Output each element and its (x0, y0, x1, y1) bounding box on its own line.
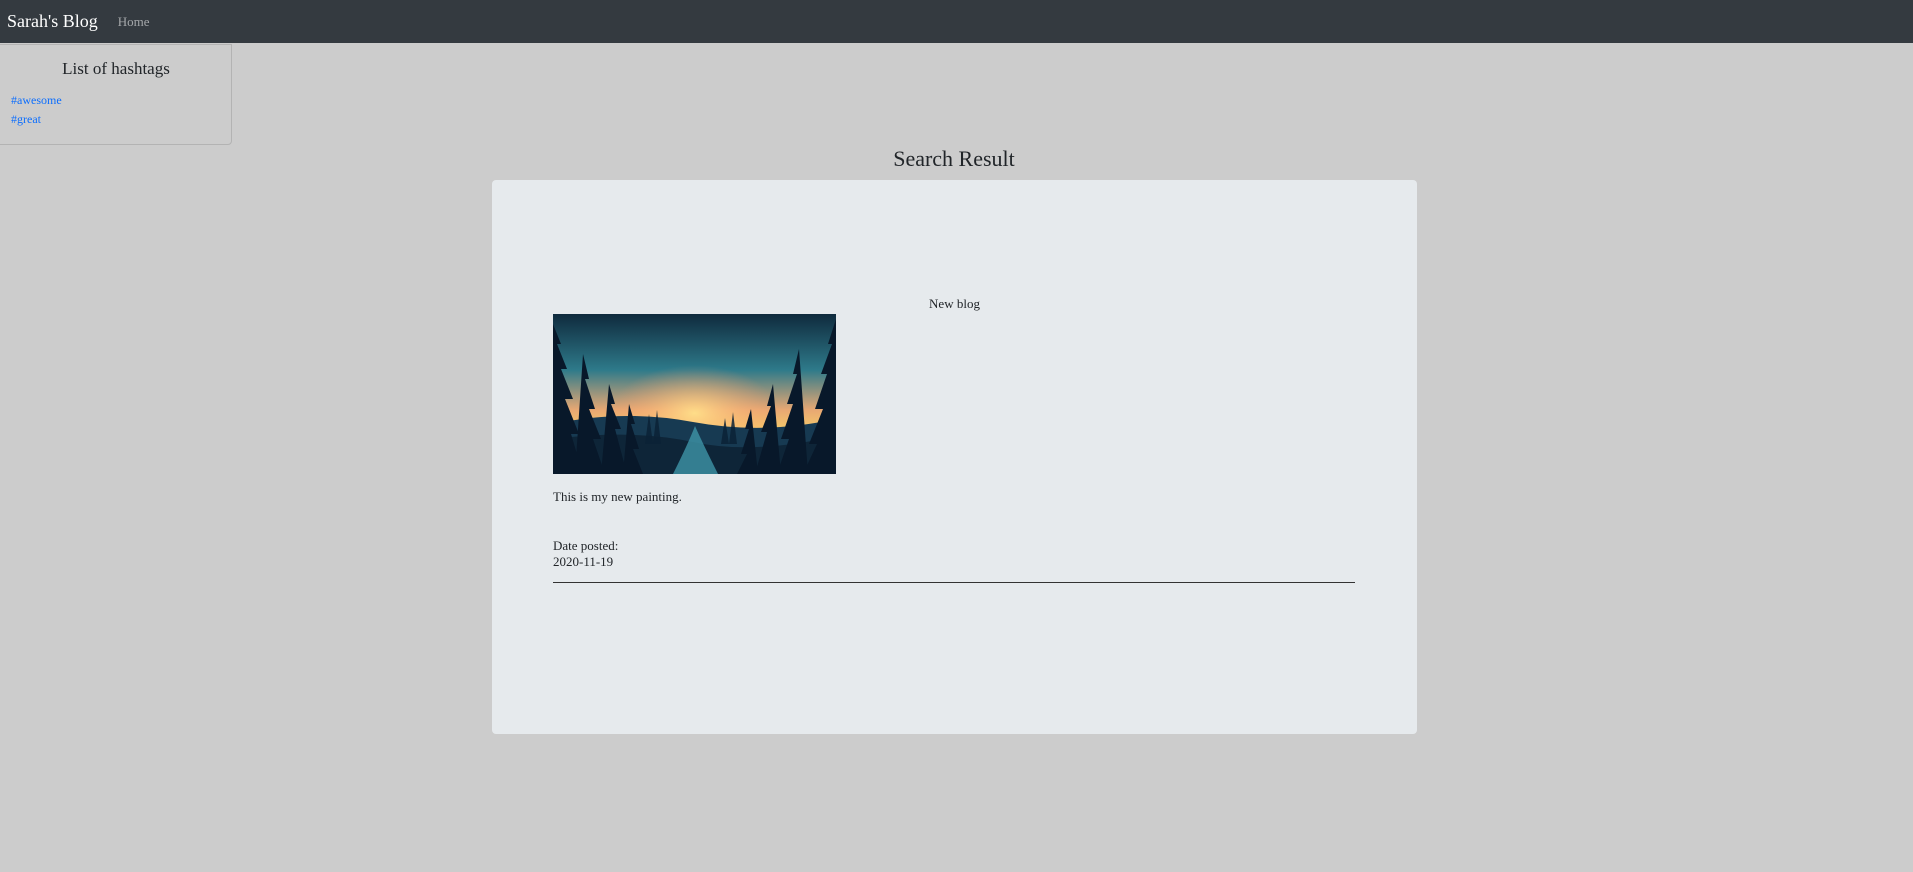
hashtag-panel-title: List of hashtags (62, 59, 170, 78)
hashtag-link-awesome[interactable]: #awesome (11, 91, 221, 110)
nav-link-home[interactable]: Home (118, 14, 150, 30)
search-result-card: New blog This is my new painting. Date p… (492, 180, 1417, 734)
post-body: This is my new painting. (553, 489, 682, 504)
post-image (553, 314, 836, 474)
hashtag-panel: List of hashtags #awesome #great (0, 44, 232, 145)
brand-link[interactable]: Sarah's Blog (7, 11, 98, 32)
search-result-heading: Search Result (893, 146, 1015, 171)
post-date: 2020-11-19 (553, 554, 614, 569)
top-navbar: Sarah's Blog Home (0, 0, 1913, 43)
post-divider (553, 582, 1355, 583)
hashtag-link-great[interactable]: #great (11, 110, 221, 129)
post-date-label: Date posted: (553, 538, 619, 553)
post-title: New blog (929, 296, 980, 311)
